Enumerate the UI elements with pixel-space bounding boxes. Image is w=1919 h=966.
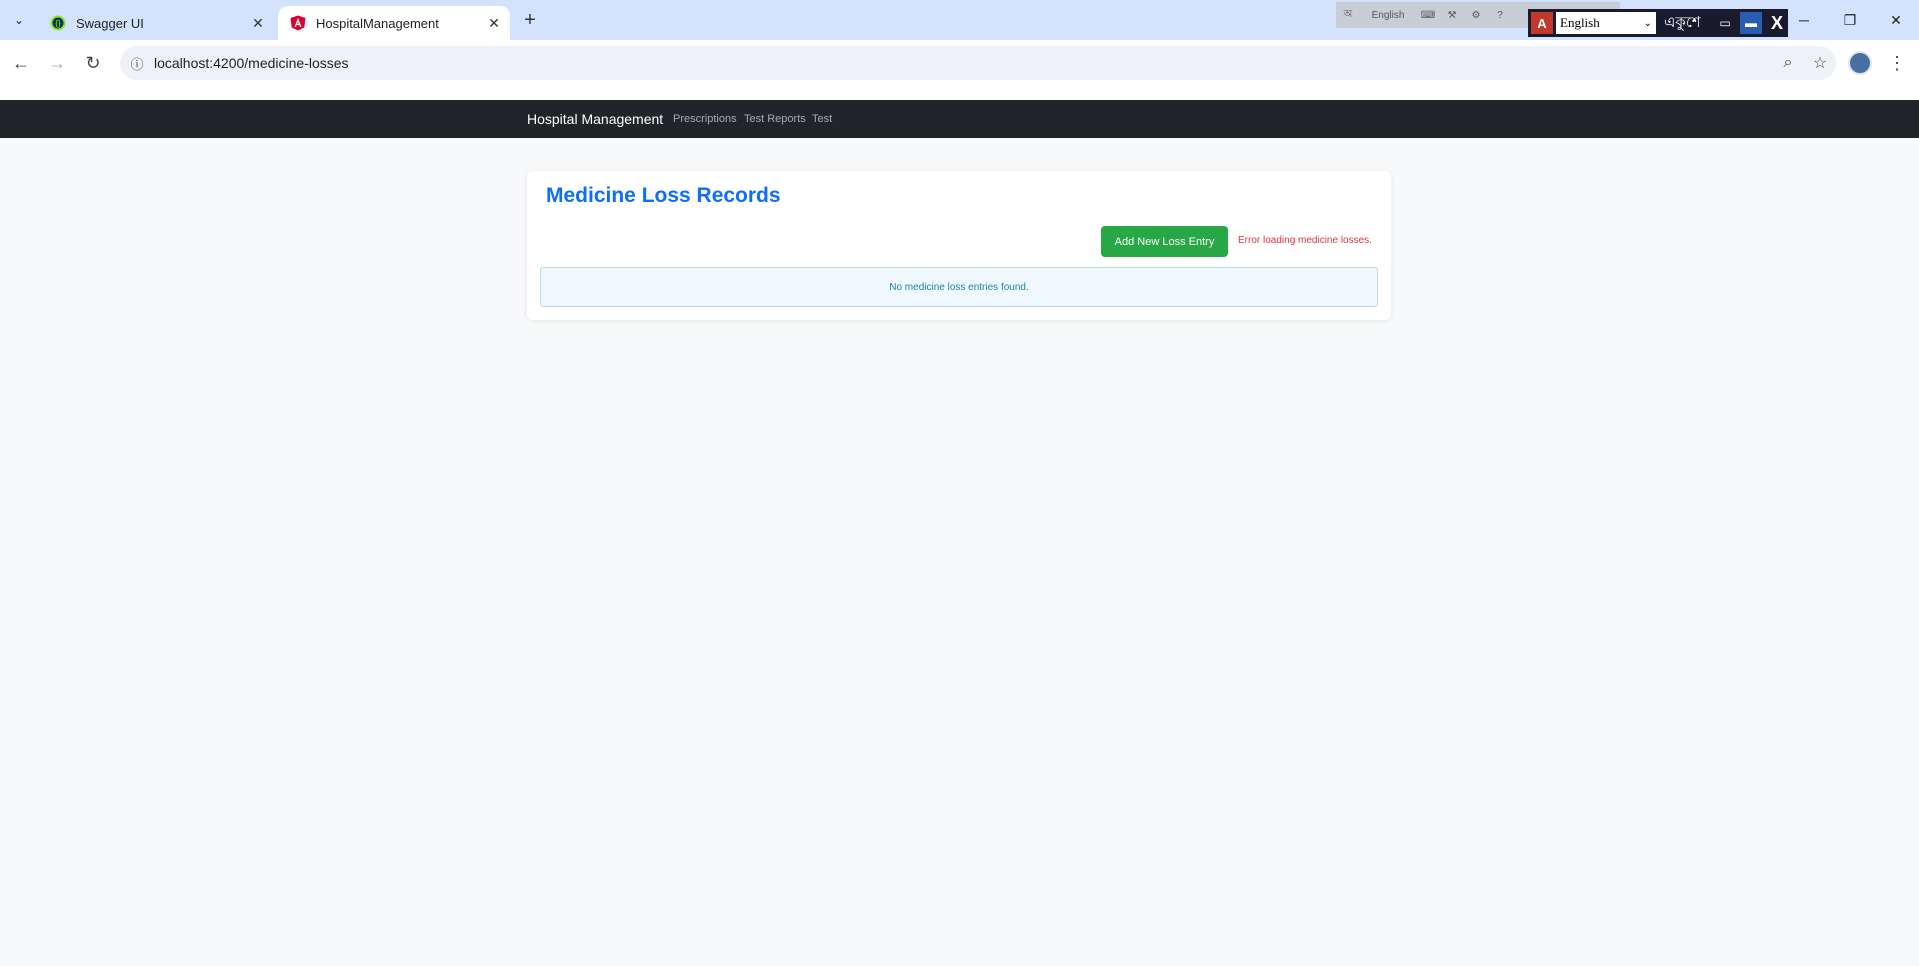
medicine-loss-card: Medicine Loss Records Add New Loss Entry…: [527, 171, 1391, 320]
svg-text:{}: {}: [55, 19, 61, 28]
angular-icon: [290, 15, 306, 31]
nav-link-test[interactable]: Test: [812, 113, 832, 125]
back-button[interactable]: ←: [7, 49, 35, 77]
bangla-letter-icon: অ: [1343, 8, 1353, 20]
error-message: Error loading medicine losses.: [1238, 235, 1372, 246]
ime-font-label: একুশে: [1664, 13, 1701, 31]
swagger-icon: {}: [50, 15, 66, 31]
more-vertical-icon: ⋮: [1888, 52, 1906, 73]
tab-swagger-ui[interactable]: {} Swagger UI ✕: [38, 6, 274, 40]
tab-search-button[interactable]: ⌄: [6, 8, 32, 32]
ime-toolbar: A English ⌄ একুশে ▭ ▬ X: [1528, 9, 1788, 37]
help-icon[interactable]: ?: [1488, 10, 1512, 21]
tab-hospital-management[interactable]: HospitalManagement ✕: [278, 6, 510, 40]
tab-title: HospitalManagement: [316, 15, 439, 31]
reload-icon: ↻: [85, 52, 101, 73]
address-bar[interactable]: ⓘ localhost:4200/medicine-losses ⌕ ☆: [120, 46, 1836, 80]
ime-mini-language[interactable]: English: [1360, 10, 1416, 21]
arrow-left-icon: ←: [12, 52, 30, 73]
forward-button[interactable]: →: [43, 49, 71, 77]
nav-link-prescriptions[interactable]: Prescriptions: [673, 113, 737, 125]
page-top-spacer: [0, 86, 1919, 100]
restore-window-button[interactable]: ❐: [1827, 0, 1873, 40]
keyboard-icon[interactable]: ▭: [1714, 12, 1736, 34]
empty-state-alert: No medicine loss entries found.: [540, 267, 1378, 307]
ime-logo-icon: A: [1531, 12, 1553, 34]
arrow-right-icon: →: [48, 52, 66, 73]
close-icon[interactable]: ✕: [248, 13, 268, 33]
keyboard-icon[interactable]: ⌨: [1416, 10, 1440, 21]
site-info-icon[interactable]: ⓘ: [120, 54, 154, 73]
chevron-down-icon: ⌄: [1643, 17, 1652, 29]
empty-state-message: No medicine loss entries found.: [889, 281, 1029, 293]
tab-title: Swagger UI: [76, 15, 144, 31]
minimize-window-button[interactable]: ─: [1781, 0, 1827, 40]
window-controls: ─ ❐ ✕: [1781, 0, 1919, 40]
gear-icon[interactable]: ⚙: [1464, 10, 1488, 21]
zoom-icon[interactable]: ⌕: [1772, 54, 1804, 72]
close-window-button[interactable]: ✕: [1873, 0, 1919, 40]
bookmark-star-icon[interactable]: ☆: [1804, 53, 1836, 73]
chevron-down-icon: ⌄: [13, 13, 25, 27]
page-title: Medicine Loss Records: [546, 184, 781, 207]
add-loss-entry-button[interactable]: Add New Loss Entry: [1101, 226, 1228, 257]
browser-menu-button[interactable]: ⋮: [1884, 49, 1910, 77]
navbar-brand[interactable]: Hospital Management: [527, 111, 663, 127]
app-navbar: Hospital Management Prescriptions Test R…: [0, 100, 1919, 138]
profile-avatar[interactable]: [1848, 51, 1872, 75]
url-text[interactable]: localhost:4200/medicine-losses: [154, 55, 1772, 71]
browser-toolbar: ← → ↻ ⓘ localhost:4200/medicine-losses ⌕…: [0, 40, 1919, 86]
close-icon[interactable]: ✕: [484, 13, 504, 33]
ime-language-value: English: [1560, 15, 1600, 30]
new-tab-button[interactable]: +: [518, 8, 542, 32]
plus-icon: +: [524, 8, 536, 31]
tools-icon[interactable]: ⚒: [1440, 10, 1464, 21]
minimize-icon[interactable]: ▬: [1740, 12, 1762, 34]
nav-link-test-reports[interactable]: Test Reports: [744, 113, 806, 125]
browser-tab-strip: ⌄ {} Swagger UI ✕ HospitalManagement ✕ +…: [0, 0, 1919, 40]
ime-language-select[interactable]: English ⌄: [1556, 12, 1656, 34]
reload-button[interactable]: ↻: [79, 49, 107, 77]
